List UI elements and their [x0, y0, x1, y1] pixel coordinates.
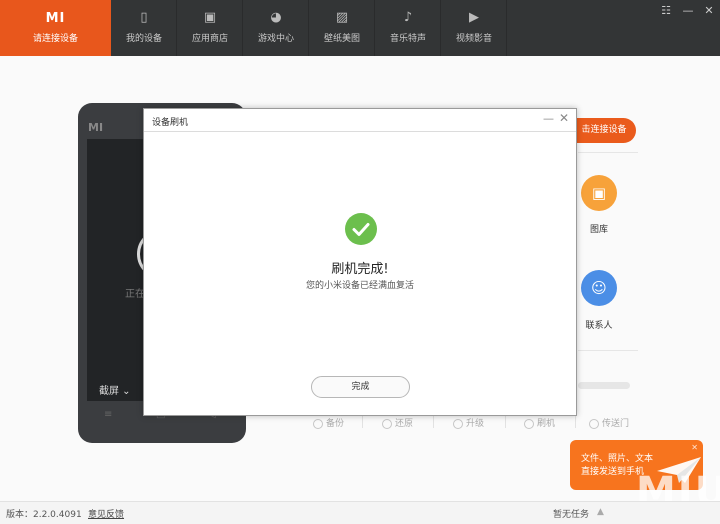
task-arrow-icon[interactable]: ▲ [597, 507, 604, 517]
divider [433, 416, 434, 428]
tab-label: 音乐特声 [389, 34, 426, 44]
upgrade-icon [453, 418, 463, 429]
success-check-icon [345, 213, 377, 245]
connect-device-label: 请连接设备 [32, 34, 78, 44]
tool-label: 刷机 [537, 419, 556, 429]
flash-dialog: 设备刷机 — ✕ 刷机完成! 您的小米设备已经满血复活 完成 [143, 108, 577, 416]
backup-icon [313, 418, 323, 429]
flash-complete-heading: 刷机完成! [331, 262, 389, 277]
close-button[interactable]: ✕ [702, 4, 716, 17]
contacts-icon[interactable]: ☺ [581, 270, 617, 306]
tab-label: 壁纸美图 [323, 34, 360, 44]
storage-progress-bar [578, 382, 630, 389]
mi-logo: MI [45, 11, 66, 26]
phone-status-text: 正在 [125, 289, 145, 300]
bag-icon: ▣ [203, 10, 217, 25]
restore-icon [382, 418, 392, 429]
restore-button[interactable]: 还原 [382, 416, 413, 430]
send-icon [589, 418, 599, 429]
minimize-button[interactable]: — [681, 4, 695, 17]
tab-label: 视频影音 [455, 34, 492, 44]
done-button[interactable]: 完成 [311, 376, 410, 398]
divider [578, 152, 638, 153]
connect-device-tab[interactable]: MI 请连接设备 [0, 0, 111, 56]
dialog-minimize-button[interactable]: — [543, 112, 554, 125]
tab-label: 游戏中心 [257, 34, 294, 44]
tab-music[interactable]: ♪ 音乐特声 [375, 0, 441, 56]
tool-label: 升级 [466, 419, 485, 429]
tab-video[interactable]: ▶ 视频影音 [441, 0, 507, 56]
tool-label: 还原 [395, 419, 414, 429]
screenshot-button[interactable]: 截屏 ⌄ [99, 382, 131, 397]
dialog-close-button[interactable]: ✕ [559, 111, 569, 125]
gamepad-icon: ◕ [270, 10, 282, 25]
tab-wallpaper[interactable]: ▨ 壁纸美图 [309, 0, 375, 56]
divider [578, 350, 638, 351]
version-text: 版本：2.2.0.4091 [6, 510, 82, 520]
tooltip-close-icon[interactable]: ✕ [691, 443, 698, 452]
phone-icon: ▯ [140, 10, 148, 25]
tab-label: 我的设备 [125, 34, 162, 44]
tooltip-line-1: 文件、照片、文本 [581, 454, 654, 464]
divider [575, 416, 576, 428]
divider [362, 416, 363, 428]
dialog-header: 设备刷机 — ✕ [144, 109, 576, 132]
music-note-icon: ♪ [403, 10, 413, 25]
tab-my-device[interactable]: ▯ 我的设备 [111, 0, 177, 56]
flash-complete-message: 您的小米设备已经满血复活 [305, 281, 414, 291]
tab-app-store[interactable]: ▣ 应用商店 [177, 0, 243, 56]
tool-label: 传送门 [602, 419, 630, 429]
menu-icon[interactable]: ☷ [659, 4, 673, 17]
send-portal-button[interactable]: 传送门 [589, 416, 629, 430]
tab-game-center[interactable]: ◕ 游戏中心 [243, 0, 309, 56]
task-status[interactable]: 暂无任务 [553, 507, 589, 520]
gallery-label: 图库 [589, 225, 608, 235]
backup-button[interactable]: 备份 [313, 416, 344, 430]
video-icon: ▶ [469, 10, 479, 25]
tooltip-line-2: 直接发送到手机 [581, 467, 645, 477]
divider [505, 416, 506, 428]
tab-label: 应用商店 [191, 34, 228, 44]
contacts-label: 联系人 [585, 321, 613, 331]
menu-key-icon: ≡ [104, 409, 113, 420]
tool-label: 备份 [326, 419, 345, 429]
gallery-icon[interactable]: ▣ [581, 175, 617, 211]
feedback-link[interactable]: 意见反馈 [88, 507, 124, 520]
flash-icon [524, 418, 534, 429]
phone-mi-logo: MI [88, 121, 104, 134]
top-bar: MI 请连接设备 ▯ 我的设备 ▣ 应用商店 ◕ 游戏中心 ▨ 壁纸美图 ♪ 音… [0, 0, 720, 56]
dialog-title: 设备刷机 [152, 118, 189, 128]
flash-button[interactable]: 刷机 [524, 416, 555, 430]
connect-device-button[interactable]: 击连接设备 [572, 118, 636, 143]
image-icon: ▨ [335, 10, 349, 25]
status-bar: 版本：2.2.0.4091 意见反馈 暂无任务 ▲ [0, 501, 720, 524]
upgrade-button[interactable]: 升级 [453, 416, 484, 430]
